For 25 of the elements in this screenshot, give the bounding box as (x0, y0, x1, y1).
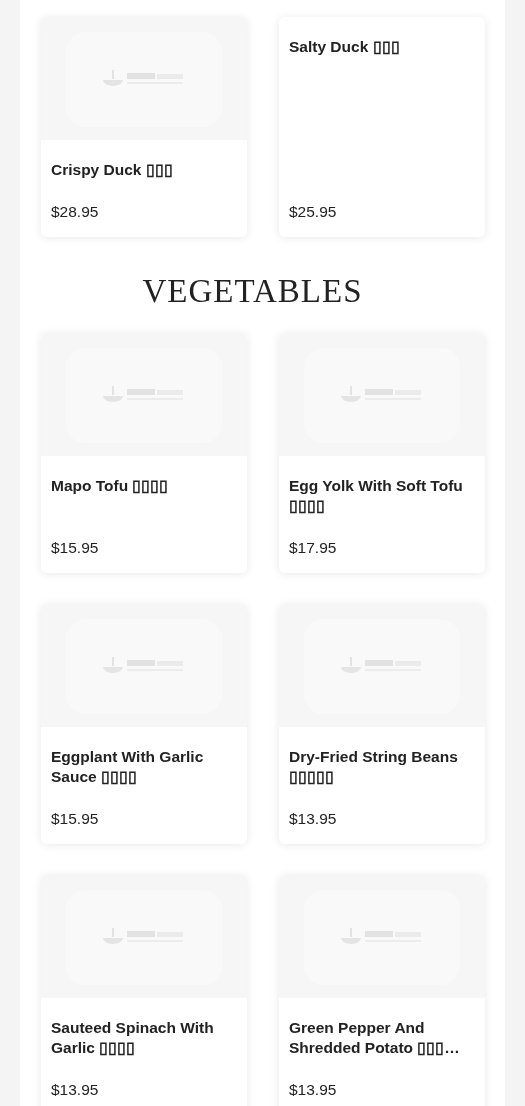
dish-name: Dry-Fried String Beans ▯▯▯▯▯ (289, 747, 459, 787)
menu-card[interactable]: Eggplant With Garlic Sauce ▯▯▯▯ $15.95 (41, 604, 247, 844)
menu-card[interactable]: Mapo Tofu ▯▯▯▯ $15.95 (41, 333, 247, 573)
menu-card[interactable]: Sauteed Spinach With Garlic ▯▯▯▯ $13.95 (41, 875, 247, 1106)
dish-price: $13.95 (51, 1081, 100, 1098)
menu-card[interactable]: Green Pepper And Shredded Potato ▯▯▯… $13.95 (279, 875, 485, 1106)
dish-name: Eggplant With Garlic Sauce ▯▯▯▯ (51, 747, 205, 787)
menu-card[interactable]: Crispy Duck ▯▯▯ $28.95 (41, 17, 247, 237)
dish-name: Crispy Duck ▯▯▯ (51, 160, 174, 180)
dish-price: $15.95 (51, 810, 100, 827)
menu-card[interactable]: Egg Yolk With Soft Tofu ▯▯▯▯ $17.95 (279, 333, 485, 573)
dish-price: $17.95 (289, 539, 338, 556)
menu-card[interactable]: Dry-Fried String Beans ▯▯▯▯▯ $13.95 (279, 604, 485, 844)
dish-name: Salty Duck ▯▯▯ (289, 37, 401, 57)
dish-price: $25.95 (289, 203, 338, 220)
dish-price: $13.95 (289, 1081, 338, 1098)
dish-price: $15.95 (51, 539, 100, 556)
section-heading: VEGETABLES (141, 273, 364, 309)
dish-name: Mapo Tofu ▯▯▯▯ (51, 476, 170, 496)
menu-card[interactable]: Salty Duck ▯▯▯ $25.95 (279, 17, 485, 237)
dish-name: Green Pepper And Shredded Potato ▯▯▯… (289, 1018, 461, 1058)
dish-price: $13.95 (289, 810, 338, 827)
dish-name: Egg Yolk With Soft Tofu ▯▯▯▯ (289, 476, 464, 516)
dish-price: $28.95 (51, 203, 100, 220)
dish-name: Sauteed Spinach With Garlic ▯▯▯▯ (51, 1018, 215, 1058)
